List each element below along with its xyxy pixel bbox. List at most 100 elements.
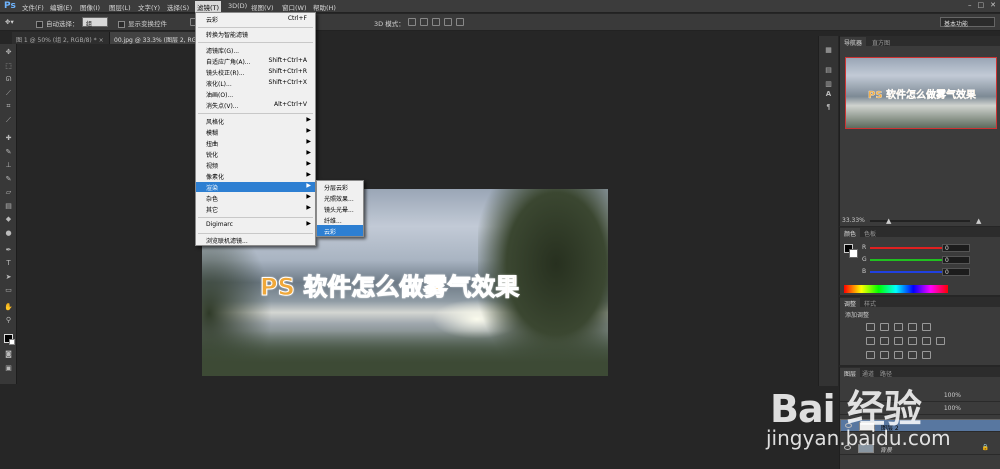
minimize-button[interactable]: –: [968, 1, 972, 9]
blue-channel-slider[interactable]: [870, 271, 942, 273]
marquee-tool-icon[interactable]: ⬚: [4, 62, 13, 71]
threshold-adjust-icon[interactable]: [894, 351, 903, 359]
menu-item-other[interactable]: 其它 ▶: [196, 204, 315, 214]
vibrance-adjust-icon[interactable]: [922, 323, 931, 331]
menu-item-stylize[interactable]: 风格化 ▶: [196, 116, 315, 126]
menu-item-lens-correction[interactable]: 镜头校正(R)... Shift+Ctrl+R: [196, 67, 315, 77]
black-white-adjust-icon[interactable]: [894, 337, 903, 345]
tab-navigator[interactable]: 导航器: [840, 37, 867, 47]
submenu-item-clouds[interactable]: 云彩: [317, 225, 363, 236]
zoom-in-icon[interactable]: ▲: [976, 217, 981, 225]
menu-item-smart-filter[interactable]: 转换为智能滤镜: [196, 29, 315, 39]
3d-pan-icon[interactable]: [432, 18, 440, 26]
menu-item-pixelate[interactable]: 像素化 ▶: [196, 171, 315, 181]
menu-item-filter-gallery[interactable]: 滤镜库(G)...: [196, 45, 315, 55]
submenu-item-fibers[interactable]: 纤维...: [317, 214, 363, 225]
menu-item-blur[interactable]: 模糊 ▶: [196, 127, 315, 137]
menu-item-vanishing-point[interactable]: 消失点(V)... Alt+Ctrl+V: [196, 100, 315, 110]
gradient-tool-icon[interactable]: ▤: [4, 202, 13, 211]
zoom-tool-icon[interactable]: ⚲: [4, 316, 13, 325]
menu-image[interactable]: 图像(I): [80, 2, 100, 12]
menu-edit[interactable]: 编辑(E): [50, 2, 72, 12]
quick-select-tool-icon[interactable]: ⟋: [4, 89, 13, 98]
menu-item-sharpen[interactable]: 锐化 ▶: [196, 149, 315, 159]
channel-mixer-adjust-icon[interactable]: [922, 337, 931, 345]
menu-item-oil-paint[interactable]: 油画(O)...: [196, 89, 315, 99]
gradient-map-adjust-icon[interactable]: [908, 351, 917, 359]
menu-filter[interactable]: 滤镜(T): [195, 1, 222, 12]
3d-rotate-icon[interactable]: [408, 18, 416, 26]
menu-type[interactable]: 文字(Y): [138, 2, 160, 12]
3d-roll-icon[interactable]: [420, 18, 428, 26]
submenu-item-difference-clouds[interactable]: 分层云彩: [317, 181, 363, 192]
menu-item-clouds-last[interactable]: 云彩 Ctrl+F: [196, 14, 315, 24]
menu-item-browse-online[interactable]: 浏览联机滤镜...: [196, 235, 315, 245]
menu-item-render[interactable]: 渲染 ▶: [196, 182, 315, 192]
menu-view[interactable]: 视图(V): [251, 2, 274, 12]
photo-filter-adjust-icon[interactable]: [908, 337, 917, 345]
clone-stamp-tool-icon[interactable]: ⊥: [4, 161, 13, 170]
move-tool-icon[interactable]: ✥: [4, 48, 13, 57]
brush-tool-icon[interactable]: ✎: [4, 148, 13, 157]
maximize-button[interactable]: □: [978, 1, 985, 9]
menu-item-video[interactable]: 视频 ▶: [196, 160, 315, 170]
dodge-tool-icon[interactable]: ●: [4, 229, 13, 238]
type-tool-icon[interactable]: T: [4, 259, 13, 268]
auto-select-dropdown[interactable]: 组: [82, 17, 108, 28]
background-color-swatch[interactable]: [849, 249, 858, 258]
curves-adjust-icon[interactable]: [894, 323, 903, 331]
shape-tool-icon[interactable]: ▭: [4, 286, 13, 295]
character-panel-icon[interactable]: A: [823, 90, 834, 100]
menu-window[interactable]: 窗口(W): [282, 2, 307, 12]
tab-color[interactable]: 颜色: [840, 228, 861, 238]
navigator-thumbnail[interactable]: PS 软件怎么做雾气效果: [845, 57, 997, 129]
menu-item-noise[interactable]: 杂色 ▶: [196, 193, 315, 203]
submenu-item-lighting-effects[interactable]: 光照效果...: [317, 192, 363, 203]
paragraph-panel-icon[interactable]: ¶: [823, 103, 834, 113]
properties-panel-icon[interactable]: ▤: [823, 66, 834, 76]
3d-scale-icon[interactable]: [456, 18, 464, 26]
color-spectrum-bar[interactable]: [844, 285, 948, 293]
eyedropper-tool-icon[interactable]: ⟋: [4, 116, 13, 125]
tab-paths[interactable]: 路径: [876, 368, 896, 378]
quick-mask-icon[interactable]: ◙: [4, 350, 13, 359]
screen-mode-icon[interactable]: ▣: [4, 364, 13, 373]
tab-adjustments[interactable]: 调整: [840, 298, 861, 308]
background-color-swatch[interactable]: [9, 339, 15, 345]
path-select-tool-icon[interactable]: ➤: [4, 273, 13, 282]
eraser-tool-icon[interactable]: ▱: [4, 188, 13, 197]
history-panel-icon[interactable]: ▦: [823, 46, 834, 56]
menu-item-liquify[interactable]: 液化(L)... Shift+Ctrl+X: [196, 78, 315, 88]
tab-swatches[interactable]: 色板: [860, 228, 880, 238]
color-balance-adjust-icon[interactable]: [880, 337, 889, 345]
zoom-out-icon[interactable]: ▲: [886, 217, 891, 225]
menu-item-digimarc[interactable]: Digimarc ▶: [196, 220, 315, 230]
close-icon[interactable]: ×: [99, 37, 104, 44]
tab-document-1[interactable]: 图 1 @ 50% (组 2, RGB/8) * ×: [12, 32, 110, 44]
healing-brush-tool-icon[interactable]: ✚: [4, 134, 13, 143]
green-channel-slider[interactable]: [870, 259, 942, 261]
blur-tool-icon[interactable]: ◆: [4, 215, 13, 224]
hue-saturation-adjust-icon[interactable]: [866, 337, 875, 345]
color-lookup-adjust-icon[interactable]: [936, 337, 945, 345]
history-brush-tool-icon[interactable]: ✎: [4, 175, 13, 184]
auto-select-checkbox[interactable]: 自动选择：: [36, 18, 79, 28]
close-button[interactable]: ✕: [990, 1, 996, 9]
hand-tool-icon[interactable]: ✋: [4, 303, 13, 312]
zoom-slider[interactable]: [870, 220, 970, 222]
menu-select[interactable]: 选择(S): [167, 2, 189, 12]
crop-tool-icon[interactable]: ⌗: [4, 102, 13, 111]
invert-adjust-icon[interactable]: [866, 351, 875, 359]
menu-file[interactable]: 文件(F): [22, 2, 44, 12]
menu-layer[interactable]: 图层(L): [109, 2, 131, 12]
lasso-tool-icon[interactable]: ᘏ: [4, 75, 13, 84]
tab-layers[interactable]: 图层: [840, 368, 861, 378]
posterize-adjust-icon[interactable]: [880, 351, 889, 359]
menu-3d[interactable]: 3D(D): [228, 2, 247, 10]
selective-color-adjust-icon[interactable]: [922, 351, 931, 359]
brightness-adjust-icon[interactable]: [866, 323, 875, 331]
move-tool-icon[interactable]: ✥▾: [5, 18, 14, 26]
blue-channel-value[interactable]: 0: [942, 268, 970, 276]
levels-adjust-icon[interactable]: [880, 323, 889, 331]
red-channel-slider[interactable]: [870, 247, 942, 249]
